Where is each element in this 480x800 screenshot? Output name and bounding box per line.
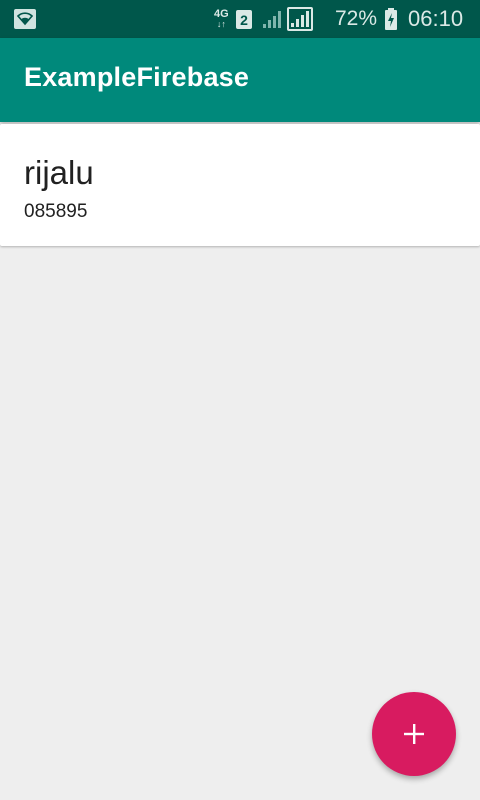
app-title: ExampleFirebase (24, 62, 250, 92)
screen: 4G ↓↑ 2 72% 06:10 ExampleFirebase rijalu… (0, 0, 480, 800)
network-arrows-icon: ↓↑ (216, 19, 226, 29)
network-type-label: 4G (214, 8, 229, 20)
list-item[interactable]: rijalu 085895 (0, 124, 480, 246)
plus-icon (404, 724, 424, 744)
add-button[interactable] (372, 692, 456, 776)
status-bar: 4G ↓↑ 2 72% 06:10 (0, 0, 480, 38)
battery-percentage: 72% (335, 7, 378, 30)
wifi-notification-icon (14, 9, 36, 29)
status-clock: 06:10 (408, 6, 464, 31)
network-type-indicator: 4G ↓↑ (214, 0, 229, 38)
signal-strength-icon-2 (287, 7, 313, 31)
signal-strength-icon-1 (262, 0, 284, 38)
app-bar: ExampleFirebase (0, 38, 480, 122)
contact-phone: 085895 (24, 201, 88, 222)
battery-charging-icon (384, 0, 398, 38)
sim-slot-badge: 2 (236, 10, 252, 29)
contact-name: rijalu (24, 154, 94, 191)
